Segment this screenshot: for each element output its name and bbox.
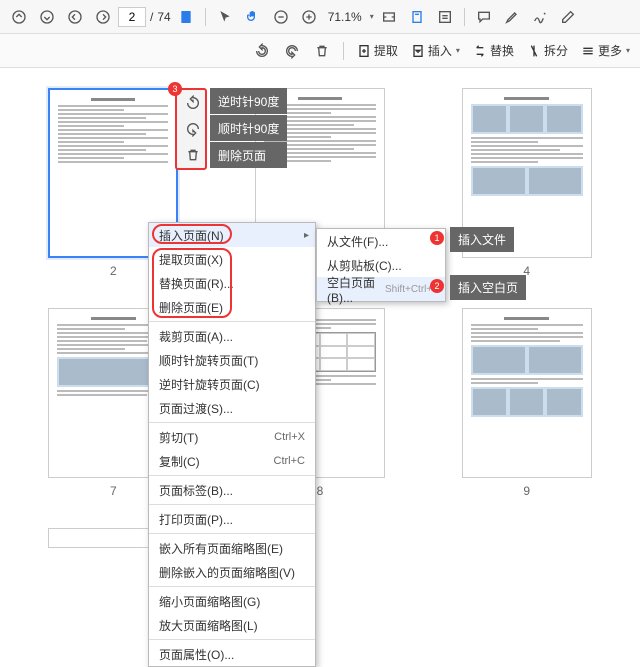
hand-icon[interactable] [240, 4, 266, 30]
annotation-tag-2: 插入空白页 [450, 275, 526, 300]
comment-icon[interactable] [471, 4, 497, 30]
menu-insert-page[interactable]: 插入页面(N) [149, 223, 315, 247]
quick-action-panel [175, 88, 207, 170]
insert-button[interactable]: 插入▾ [406, 38, 464, 64]
zoom-in-icon[interactable] [296, 4, 322, 30]
menu-copy[interactable]: 复制(C)Ctrl+C [149, 449, 315, 473]
menu-embed-all[interactable]: 嵌入所有页面缩略图(E) [149, 536, 315, 560]
quick-label-delete: 删除页面 [210, 142, 287, 168]
rotate-view-icon[interactable] [404, 4, 430, 30]
submenu-blank-page[interactable]: 空白页面(B)...Shift+Ctrl+I [317, 277, 445, 301]
annotation-badge-1: 1 [430, 231, 444, 245]
annotation-badge-3: 3 [168, 82, 182, 96]
highlight-icon[interactable] [499, 4, 525, 30]
zoom-out-icon[interactable] [268, 4, 294, 30]
collapse-icon[interactable] [34, 4, 60, 30]
rotate-ccw-icon[interactable] [177, 90, 209, 116]
annotation-tag-1: 插入文件 [450, 227, 514, 252]
page-view-icon[interactable] [173, 4, 199, 30]
main-toolbar: / 74 71.1% ▾ [0, 0, 640, 34]
reflow-icon[interactable] [432, 4, 458, 30]
prev-page-icon[interactable] [62, 4, 88, 30]
expand-icon[interactable] [6, 4, 32, 30]
next-page-icon[interactable] [90, 4, 116, 30]
page-toolbar: 提取 插入▾ 替换 拆分 更多▾ [0, 34, 640, 68]
rotate-ccw-icon[interactable] [249, 38, 275, 64]
thumbnail-panel: 2 3 4 7 8 9 [0, 68, 640, 613]
thumb-label: 7 [110, 484, 117, 498]
submenu-from-file[interactable]: 从文件(F)... [317, 229, 445, 253]
menu-transition[interactable]: 页面过渡(S)... [149, 396, 315, 420]
page-navigator: / 74 [118, 7, 171, 27]
zoom-level[interactable]: 71.1% [324, 10, 366, 24]
quick-panel-labels: 逆时针90度 顺时针90度 删除页面 [210, 88, 287, 169]
edit-icon[interactable] [555, 4, 581, 30]
menu-delete-page[interactable]: 删除页面(E) [149, 295, 315, 319]
menu-enlarge[interactable]: 放大页面缩略图(L) [149, 613, 315, 637]
extract-button[interactable]: 提取 [352, 38, 402, 64]
annotation-badge-2: 2 [430, 279, 444, 293]
fit-width-icon[interactable] [376, 4, 402, 30]
replace-button[interactable]: 替换 [468, 38, 518, 64]
rotate-cw-icon[interactable] [177, 116, 209, 142]
page-current-input[interactable] [118, 7, 146, 27]
trash-icon[interactable] [309, 38, 335, 64]
menu-crop-page[interactable]: 裁剪页面(A)... [149, 324, 315, 348]
menu-rotate-ccw[interactable]: 逆时针旋转页面(C) [149, 372, 315, 396]
insert-submenu: 从文件(F)... 从剪贴板(C)... 空白页面(B)...Shift+Ctr… [316, 228, 446, 302]
menu-page-label[interactable]: 页面标签(B)... [149, 478, 315, 502]
quick-label-ccw: 逆时针90度 [210, 88, 287, 114]
split-button[interactable]: 拆分 [522, 38, 572, 64]
thumb-label: 8 [317, 484, 324, 498]
menu-replace-page[interactable]: 替换页面(R)... [149, 271, 315, 295]
menu-remove-embed[interactable]: 删除嵌入的页面缩略图(V) [149, 560, 315, 584]
sign-icon[interactable] [527, 4, 553, 30]
context-menu: 插入页面(N) 提取页面(X) 替换页面(R)... 删除页面(E) 裁剪页面(… [148, 222, 316, 667]
quick-label-cw: 顺时针90度 [210, 115, 287, 141]
thumb-label: 9 [523, 484, 530, 498]
page-total: 74 [157, 10, 170, 24]
menu-properties[interactable]: 页面属性(O)... [149, 642, 315, 666]
pointer-icon[interactable] [212, 4, 238, 30]
more-button[interactable]: 更多▾ [576, 38, 634, 64]
menu-extract-page[interactable]: 提取页面(X) [149, 247, 315, 271]
trash-icon[interactable] [177, 142, 209, 168]
thumb-label: 2 [110, 264, 117, 278]
menu-shrink[interactable]: 缩小页面缩略图(G) [149, 589, 315, 613]
zoom-caret-icon[interactable]: ▾ [370, 12, 374, 21]
thumb-page-9[interactable]: 9 [443, 308, 610, 498]
menu-rotate-cw[interactable]: 顺时针旋转页面(T) [149, 348, 315, 372]
menu-cut[interactable]: 剪切(T)Ctrl+X [149, 425, 315, 449]
menu-print-page[interactable]: 打印页面(P)... [149, 507, 315, 531]
rotate-cw-icon[interactable] [279, 38, 305, 64]
